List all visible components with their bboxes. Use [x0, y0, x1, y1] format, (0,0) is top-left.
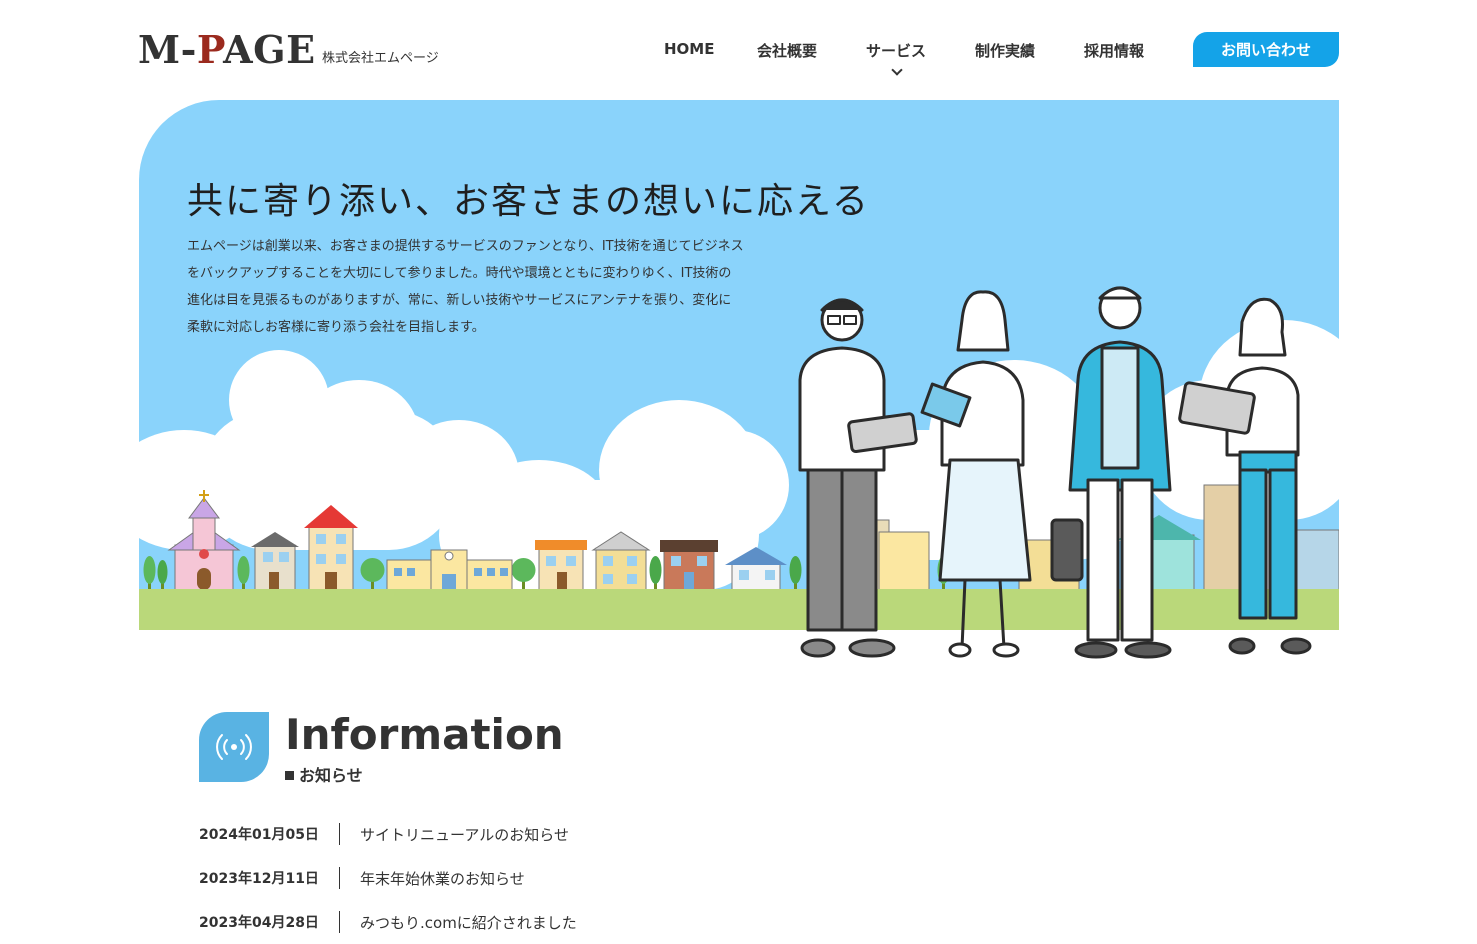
news-title[interactable]: みつもり.comに紹介されました	[360, 912, 577, 933]
person-man-phone	[1050, 286, 1172, 659]
hero-description: エムページは創業以来、お客さまの提供するサービスのファンとなり、IT技術を通じて…	[187, 233, 797, 341]
news-title[interactable]: 年末年始休業のお知らせ	[360, 868, 525, 889]
section-subtitle: お知らせ	[285, 762, 363, 786]
divider	[339, 823, 340, 845]
nav-works[interactable]: 制作実績	[975, 40, 1035, 61]
house-icon	[304, 505, 358, 591]
news-list: 2024年01月05日 サイトリニューアルのお知らせ 2023年12月11日 年…	[199, 812, 899, 944]
business-people-illustration	[798, 286, 1312, 659]
house-icon	[535, 540, 587, 591]
news-date: 2023年12月11日	[199, 871, 319, 887]
church-building-icon	[167, 490, 241, 591]
section-title: Information	[285, 710, 564, 759]
news-title[interactable]: サイトリニューアルのお知らせ	[360, 824, 569, 845]
nav-recruit[interactable]: 採用情報	[1084, 40, 1144, 61]
house-icon	[251, 532, 299, 591]
hero-description-line: をバックアップすることを大切にして参りました。時代や環境とともに変わりゆく、IT…	[187, 266, 732, 281]
company-name: 株式会社エムページ	[322, 51, 439, 66]
person-woman-dress	[920, 290, 1032, 658]
information-header: Information お知らせ	[199, 710, 619, 786]
news-item[interactable]: 2024年01月05日 サイトリニューアルのお知らせ	[199, 812, 899, 856]
contact-button[interactable]: お問い合わせ	[1193, 32, 1339, 67]
news-item[interactable]: 2023年04月28日 みつもり.comに紹介されました	[199, 900, 899, 944]
hero-description-line: 柔軟に対応しお客様に寄り添う会社を目指します。	[187, 320, 485, 335]
broadcast-icon	[199, 712, 269, 782]
house-icon	[591, 531, 651, 591]
site-logo[interactable]: M-PAGE	[138, 28, 316, 72]
divider	[339, 911, 340, 933]
main-nav: HOME 会社概要 サービス 制作実績 採用情報 お問い合わせ	[640, 32, 1340, 76]
house-icon	[725, 547, 787, 591]
hero-description-line: 進化は目を見張るものがありますが、常に、新しい技術やサービスにアンテナを張り、変…	[187, 293, 732, 308]
hero-title: 共に寄り添い、お客さまの想いに応える	[187, 181, 870, 222]
chevron-down-icon[interactable]	[891, 64, 903, 76]
person-man-glasses	[798, 298, 918, 658]
hero-description-line: エムページは創業以来、お客さまの提供するサービスのファンとなり、IT技術を通じて…	[187, 239, 744, 254]
person-woman-laptop	[1178, 297, 1312, 655]
news-date: 2023年04月28日	[199, 915, 319, 931]
nav-service[interactable]: サービス	[866, 40, 926, 61]
school-building-icon	[386, 549, 513, 591]
news-date: 2024年01月05日	[199, 827, 319, 843]
site-header: M-PAGE 株式会社エムページ HOME 会社概要 サービス 制作実績 採用情…	[0, 0, 1477, 100]
news-item[interactable]: 2023年12月11日 年末年始休業のお知らせ	[199, 856, 899, 900]
house-icon	[660, 540, 718, 591]
divider	[339, 867, 340, 889]
nav-about[interactable]: 会社概要	[757, 40, 817, 61]
nav-home[interactable]: HOME	[664, 40, 714, 58]
